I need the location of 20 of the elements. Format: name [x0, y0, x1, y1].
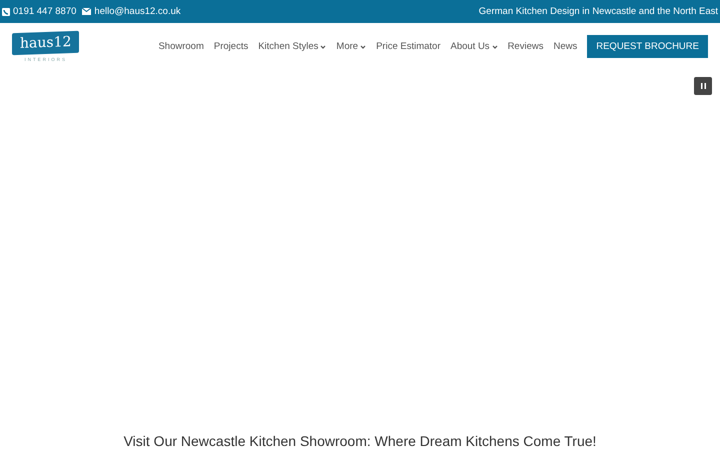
page-heading: Visit Our Newcastle Kitchen Showroom: Where Dream Kitchens Come True!	[124, 433, 596, 449]
nav-link[interactable]: Reviews	[508, 41, 544, 52]
phone-number[interactable]: 0191 447 8870	[13, 6, 76, 17]
request-brochure-button[interactable]: REQUEST BROCHURE	[587, 35, 708, 58]
pause-button[interactable]	[694, 77, 712, 95]
chevron-down-icon	[360, 44, 366, 48]
nav-link[interactable]: News	[553, 41, 578, 52]
nav-link[interactable]: Showroom	[158, 41, 204, 52]
logo[interactable]: haus12	[12, 30, 80, 55]
nav-link[interactable]: About Us	[450, 41, 498, 52]
nav-link[interactable]: Projects	[214, 41, 248, 52]
nav-link[interactable]: Price Estimator	[376, 41, 440, 52]
chevron-down-icon	[320, 44, 326, 48]
nav-link[interactable]: Kitchen Styles	[258, 41, 326, 52]
envelope-icon	[82, 8, 92, 15]
tagline: German Kitchen Design in Newcastle and the North East	[478, 6, 718, 17]
email-link[interactable]: hello@haus12.co.uk	[94, 6, 181, 17]
nav-link[interactable]: More	[336, 41, 366, 52]
pause-icon	[700, 83, 706, 89]
chevron-down-icon	[492, 44, 498, 48]
